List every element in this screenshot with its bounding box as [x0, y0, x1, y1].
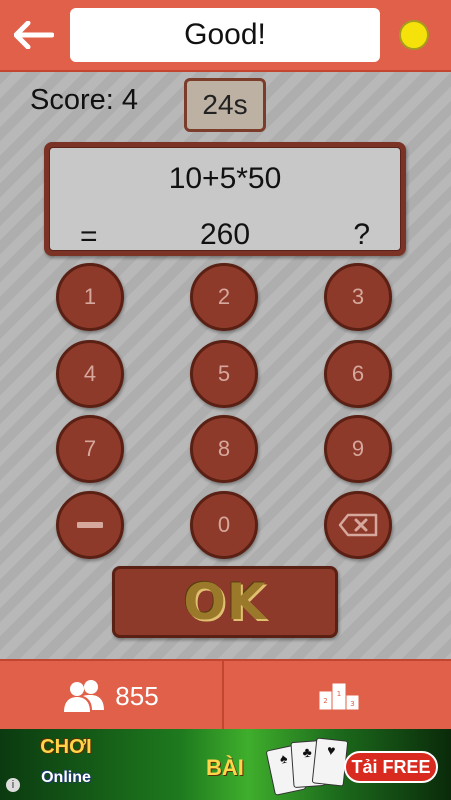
timer-display: 24s — [184, 78, 266, 132]
ad-brand-line2: Online — [41, 769, 91, 786]
backspace-key[interactable] — [324, 491, 392, 559]
expression-text: 10+5*50 — [168, 162, 282, 195]
key-0[interactable]: 0 — [190, 491, 258, 559]
card-icon: ♥ — [311, 737, 349, 787]
backspace-icon — [338, 513, 378, 537]
equation-display: 10+5*50 = 260 ? — [44, 142, 406, 256]
key-2[interactable]: 2 — [190, 263, 258, 331]
unknown-mark: ? — [353, 218, 370, 251]
score-label: Score: 4 — [30, 84, 138, 116]
key-8[interactable]: 8 — [190, 415, 258, 483]
players-count: 855 — [115, 680, 159, 711]
users-icon — [64, 680, 105, 712]
bottom-bar: 855 2 1 3 — [0, 659, 451, 731]
podium-icon: 2 1 3 — [318, 682, 359, 711]
arrow-left-icon — [14, 21, 54, 49]
svg-text:2: 2 — [323, 697, 327, 705]
feedback-title: Good! — [70, 8, 380, 62]
ad-banner[interactable]: CHƠI Online BÀI ♠ ♣ ♥ Tải FREE — [0, 729, 451, 800]
key-5[interactable]: 5 — [190, 340, 258, 408]
svg-text:3: 3 — [350, 700, 354, 708]
key-3[interactable]: 3 — [324, 263, 392, 331]
key-4[interactable]: 4 — [56, 340, 124, 408]
key-7[interactable]: 7 — [56, 415, 124, 483]
key-6[interactable]: 6 — [324, 340, 392, 408]
coin-indicator[interactable] — [399, 20, 429, 50]
ok-button[interactable]: OK — [112, 566, 338, 638]
answer-text: 260 — [199, 218, 251, 251]
equation-panel: 10+5*50 = 260 ? — [49, 147, 401, 253]
ad-middle-text: BÀI — [206, 755, 244, 780]
top-bar: Good! — [0, 0, 451, 72]
players-button[interactable]: 855 — [0, 661, 224, 731]
key-9[interactable]: 9 — [324, 415, 392, 483]
ad-download-button[interactable]: Tải FREE — [344, 751, 438, 783]
minus-key[interactable] — [56, 491, 124, 559]
info-icon[interactable]: i — [6, 778, 20, 792]
ok-label: OK — [183, 573, 267, 631]
svg-text:1: 1 — [336, 690, 340, 698]
leaderboard-button[interactable]: 2 1 3 — [226, 661, 451, 731]
key-1[interactable]: 1 — [56, 263, 124, 331]
minus-icon — [77, 522, 103, 528]
ad-brand-line1: CHƠI — [40, 736, 92, 758]
back-button[interactable] — [12, 14, 56, 56]
